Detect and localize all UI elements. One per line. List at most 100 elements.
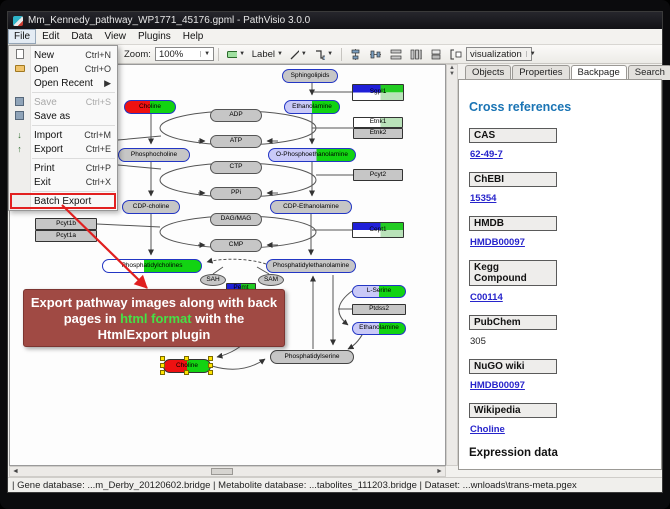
pathway-node-cdp-ethanolamine[interactable]: CDP-Ethanolamine (270, 200, 352, 214)
pathway-node-pcyt1b[interactable]: Pcyt1b (35, 218, 97, 230)
selection-handle[interactable] (208, 370, 213, 375)
pathway-node-cdp-choline[interactable]: CDP-choline (122, 200, 180, 214)
pathway-node-sah[interactable]: SAH (200, 274, 226, 286)
chevron-down-icon[interactable]: ▼ (277, 51, 283, 57)
xref-link[interactable]: HMDB00097 (470, 380, 525, 391)
pathway-node-ethanolamine-bottom[interactable]: Ethanolamine (352, 322, 406, 335)
pathway-node-adp[interactable]: ADP (210, 109, 262, 122)
pathway-node-phosphatidylethanolamine[interactable]: Phosphatidylethanolamine (266, 259, 356, 273)
status-bar: | Gene database: ...m_Derby_20120602.bri… (8, 477, 662, 492)
file-menu-item-export[interactable]: ↑ExportCtrl+E (9, 142, 117, 156)
file-menu-item-new[interactable]: NewCtrl+N (9, 48, 117, 62)
file-menu-item-batch-export[interactable]: Batch Export (9, 194, 117, 208)
menubar-item-edit[interactable]: Edit (36, 29, 65, 44)
xref-section-value[interactable]: 62-49-7 (470, 149, 661, 160)
selection-handle[interactable] (160, 370, 165, 375)
menubar-item-view[interactable]: View (98, 29, 132, 44)
xref-section-value[interactable]: HMDB00097 (470, 237, 661, 248)
file-menu-item-open-recent[interactable]: Open Recent▶ (9, 76, 117, 90)
pathway-node-ptdss2[interactable]: Ptdss2 (352, 304, 406, 315)
xref-link[interactable]: 15354 (470, 193, 496, 204)
pathway-node-pcyt2[interactable]: Pcyt2 (353, 169, 403, 181)
chevron-down-icon[interactable]: ▼ (327, 51, 333, 57)
scroll-left-icon[interactable]: ◄ (10, 468, 21, 475)
menubar-item-plugins[interactable]: Plugins (132, 29, 177, 44)
menubar-item-file[interactable]: File (8, 29, 36, 44)
title-bar[interactable]: Mm_Kennedy_pathway_WP1771_45176.gpml - P… (8, 12, 662, 29)
xref-section-value[interactable]: 15354 (470, 193, 661, 204)
pathway-node-cmp[interactable]: CMP (210, 239, 262, 252)
file-menu-item-label: Exit (30, 177, 86, 188)
common-width-icon (390, 49, 402, 60)
tab-properties[interactable]: Properties (512, 65, 569, 80)
chevron-down-icon[interactable]: ▼ (239, 51, 245, 57)
xref-link[interactable]: HMDB00097 (470, 237, 525, 248)
chevron-down-icon[interactable]: ▼ (301, 51, 307, 57)
xref-section-wikipedia: WikipediaCholine (469, 403, 661, 435)
pathway-node-phosphocholine[interactable]: Phosphocholine (118, 148, 190, 162)
pathway-node-etnk2[interactable]: Etnk2 (353, 128, 403, 139)
draw-connector-button[interactable]: ▼ (312, 47, 336, 62)
common-width-button[interactable] (387, 47, 405, 62)
pathway-node-phosphatidylserine[interactable]: Phosphatidylserine (270, 350, 354, 364)
selection-handle[interactable] (160, 356, 165, 361)
pathway-node-pcyt1a[interactable]: Pcyt1a (35, 230, 97, 242)
pathway-node-ethanolamine-top[interactable]: Ethanolamine (284, 100, 340, 114)
file-menu-item-open[interactable]: OpenCtrl+O (9, 62, 117, 76)
pathway-node-cept1[interactable]: Cept1 (352, 222, 404, 238)
xref-link[interactable]: C00114 (470, 292, 503, 303)
pathway-node-phosphatidylcholines[interactable]: Phosphatidylcholines (102, 259, 202, 273)
file-menu-item-import[interactable]: ↓ImportCtrl+M (9, 128, 117, 142)
xref-section-value[interactable]: Choline (470, 424, 661, 435)
scroll-right-icon[interactable]: ► (434, 468, 445, 475)
tab-search[interactable]: Search (628, 65, 670, 80)
add-label-button[interactable]: Label ▼ (250, 47, 284, 62)
pathway-node-sgpl1[interactable]: Sgpl1 (352, 84, 404, 101)
selection-handle[interactable] (160, 363, 165, 368)
scrollbar-track[interactable] (21, 467, 434, 476)
tab-objects[interactable]: Objects (465, 65, 511, 80)
canvas-horizontal-scrollbar[interactable]: ◄ ► (9, 466, 446, 477)
pathway-node-ppi[interactable]: PPi (210, 187, 262, 200)
stack-vertical-button[interactable] (427, 47, 445, 62)
pathway-node-ctp[interactable]: CTP (210, 161, 262, 174)
menubar-item-data[interactable]: Data (65, 29, 98, 44)
annotation-line2: pages in html format with the (24, 311, 284, 327)
file-menu-item-print[interactable]: PrintCtrl+P (9, 161, 117, 175)
selection-handle[interactable] (184, 370, 189, 375)
align-center-vertical-button[interactable] (367, 47, 385, 62)
pathway-node-atp[interactable]: ATP (210, 135, 262, 148)
file-menu-item-save-as[interactable]: Save as (9, 109, 117, 123)
backpage-panel[interactable]: Cross references CAS62-49-7ChEBI15354HMD… (458, 79, 662, 470)
pathway-node-l-serine[interactable]: L-Serine (352, 285, 406, 298)
selection-handle[interactable] (184, 356, 189, 361)
pathway-node-dag-mag[interactable]: DAG/MAG (210, 213, 262, 226)
group-button[interactable] (447, 47, 465, 62)
menubar-item-help[interactable]: Help (177, 29, 210, 44)
chevron-down-icon[interactable]: ▼ (200, 51, 210, 57)
align-center-horizontal-button[interactable] (347, 47, 365, 62)
add-gene-button[interactable]: ▼ (224, 47, 248, 62)
selection-handle[interactable] (208, 363, 213, 368)
draw-line-button[interactable]: ▼ (287, 47, 310, 62)
xref-section-value[interactable]: C00114 (470, 292, 661, 303)
common-height-button[interactable] (407, 47, 425, 62)
xref-link[interactable]: 62-49-7 (470, 149, 503, 160)
visualization-combo[interactable]: visualization ▼ (466, 47, 532, 61)
scrollbar-thumb[interactable] (211, 468, 233, 475)
xref-section-cas: CAS62-49-7 (469, 128, 661, 160)
xref-section-value[interactable]: HMDB00097 (470, 380, 661, 391)
pathway-node-o-phosphoethanolamine[interactable]: O-Phosphoethanolamine (268, 148, 356, 162)
chevron-down-icon[interactable]: ▼ (526, 51, 536, 57)
selection-handle[interactable] (208, 356, 213, 361)
file-menu-item-exit[interactable]: ExitCtrl+X (9, 175, 117, 189)
pathway-node-choline-top[interactable]: Choline (124, 100, 176, 114)
zoom-combo[interactable]: 100% ▼ (155, 47, 214, 61)
canvas-vertical-scrollbar[interactable]: ▲ ▼ (446, 64, 458, 466)
node-label: Pcyt2 (370, 172, 386, 179)
pathway-node-sam[interactable]: SAM (258, 274, 284, 286)
xref-link[interactable]: Choline (470, 424, 505, 435)
pathway-node-sphingolipids[interactable]: Sphingolipids (282, 69, 338, 83)
scroll-down-icon[interactable]: ▼ (447, 71, 457, 77)
pathway-node-etnk1[interactable]: Etnk1 (353, 117, 403, 128)
